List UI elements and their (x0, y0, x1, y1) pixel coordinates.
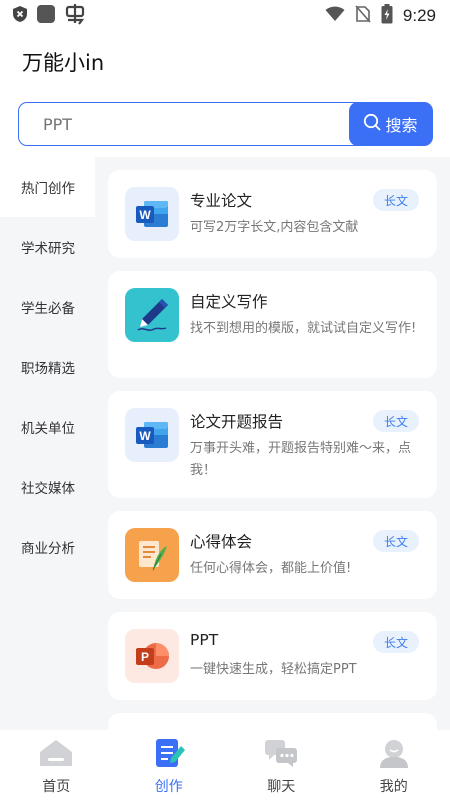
nav-tab-create[interactable]: 创作 (113, 730, 226, 800)
template-card-thesis[interactable]: W 专业论文 长文 可写2万字长文,内容包含文献 (108, 170, 437, 258)
nav-label: 我的 (379, 779, 408, 795)
nav-label: 创作 (154, 779, 183, 795)
long-text-badge: 长文 (373, 410, 419, 432)
template-card-partial[interactable] (108, 713, 437, 730)
app-title: 万能小in (22, 51, 105, 75)
scroll-quill-icon (125, 528, 179, 582)
svg-text:W: W (139, 429, 151, 443)
shield-icon (12, 5, 28, 27)
template-card-proposal[interactable]: W 论文开题报告 长文 万事开头难，开题报告特别难～来，点我！ (108, 391, 437, 498)
svg-text:P: P (141, 650, 149, 664)
long-text-badge: 长文 (373, 530, 419, 552)
template-card-reflection[interactable]: 心得体会 长文 任何心得体会，都能上价值! (108, 511, 437, 599)
card-title: 论文开题报告 (190, 413, 284, 431)
search-bar: 搜索 (18, 102, 433, 146)
wifi-icon (325, 6, 345, 26)
nav-tab-chat[interactable]: 聊天 (225, 730, 338, 800)
card-description: 任何心得体会，都能上价值! (190, 561, 352, 576)
sidebar-item-label: 职场精选 (21, 361, 75, 377)
sidebar-item-label: 机关单位 (21, 421, 75, 437)
app-bar: 万能小in (0, 38, 450, 86)
bug-icon (64, 3, 86, 29)
search-button[interactable]: 搜索 (348, 102, 433, 146)
no-sim-icon (355, 5, 371, 27)
bottom-nav: 首页 创作 聊天 我的 (0, 730, 450, 800)
sidebar-item-workplace[interactable]: 职场精选 (0, 337, 95, 397)
nav-tab-profile[interactable]: 我的 (338, 730, 450, 800)
card-description: 找不到想用的模版，就试试自定义写作! (190, 321, 417, 336)
category-sidebar: 热门创作 学术研究 学生必备 职场精选 机关单位 社交媒体 商业分析 (0, 157, 95, 730)
profile-icon (376, 738, 412, 772)
svg-text:W: W (139, 208, 151, 222)
word-doc-icon: W (125, 187, 179, 241)
sidebar-item-business[interactable]: 商业分析 (0, 517, 95, 577)
search-icon (363, 113, 381, 135)
sidebar-item-label: 热门创作 (21, 181, 75, 197)
search-button-label: 搜索 (385, 116, 418, 135)
nav-label: 首页 (42, 779, 71, 795)
template-card-list: W 专业论文 长文 可写2万字长文,内容包含文献 自定义写作 找不到想用的模版，… (108, 170, 437, 730)
card-description: 可写2万字长文,内容包含文献 (190, 220, 359, 235)
card-description: 万事开头难，开题报告特别难～来，点我！ (190, 441, 412, 478)
template-card-ppt[interactable]: P PPT 长文 一键快速生成，轻松搞定PPT (108, 612, 437, 700)
card-title: PPT (190, 631, 219, 649)
battery-icon (381, 4, 393, 28)
long-text-badge: 长文 (373, 189, 419, 211)
template-card-custom-writing[interactable]: 自定义写作 找不到想用的模版，就试试自定义写作! (108, 271, 437, 378)
card-title: 心得体会 (190, 533, 253, 551)
app-square-icon (36, 4, 56, 28)
sidebar-item-student[interactable]: 学生必备 (0, 277, 95, 337)
card-description: 一键快速生成，轻松搞定PPT (190, 662, 357, 677)
sidebar-item-government[interactable]: 机关单位 (0, 397, 95, 457)
sidebar-item-label: 学术研究 (21, 241, 75, 257)
long-text-badge: 长文 (373, 631, 419, 653)
sidebar-item-social[interactable]: 社交媒体 (0, 457, 95, 517)
status-bar: 9:29 (0, 0, 450, 32)
sidebar-item-label: 学生必备 (21, 301, 75, 317)
sidebar-item-hot[interactable]: 热门创作 (0, 157, 95, 217)
status-time: 9:29 (402, 6, 436, 25)
content-area: 热门创作 学术研究 学生必备 职场精选 机关单位 社交媒体 商业分析 W 专业论… (0, 157, 450, 730)
create-icon (151, 738, 187, 772)
sidebar-item-label: 社交媒体 (21, 481, 75, 497)
word-doc-icon: W (125, 408, 179, 462)
card-title: 专业论文 (190, 192, 253, 210)
home-icon (38, 738, 74, 772)
nav-label: 聊天 (267, 779, 296, 795)
card-title: 自定义写作 (190, 293, 268, 311)
search-input[interactable] (19, 103, 349, 145)
nav-tab-home[interactable]: 首页 (0, 730, 113, 800)
chat-icon (263, 738, 299, 772)
sidebar-item-academic[interactable]: 学术研究 (0, 217, 95, 277)
pen-icon (125, 288, 179, 342)
sidebar-item-label: 商业分析 (21, 541, 75, 557)
powerpoint-icon: P (125, 629, 179, 683)
